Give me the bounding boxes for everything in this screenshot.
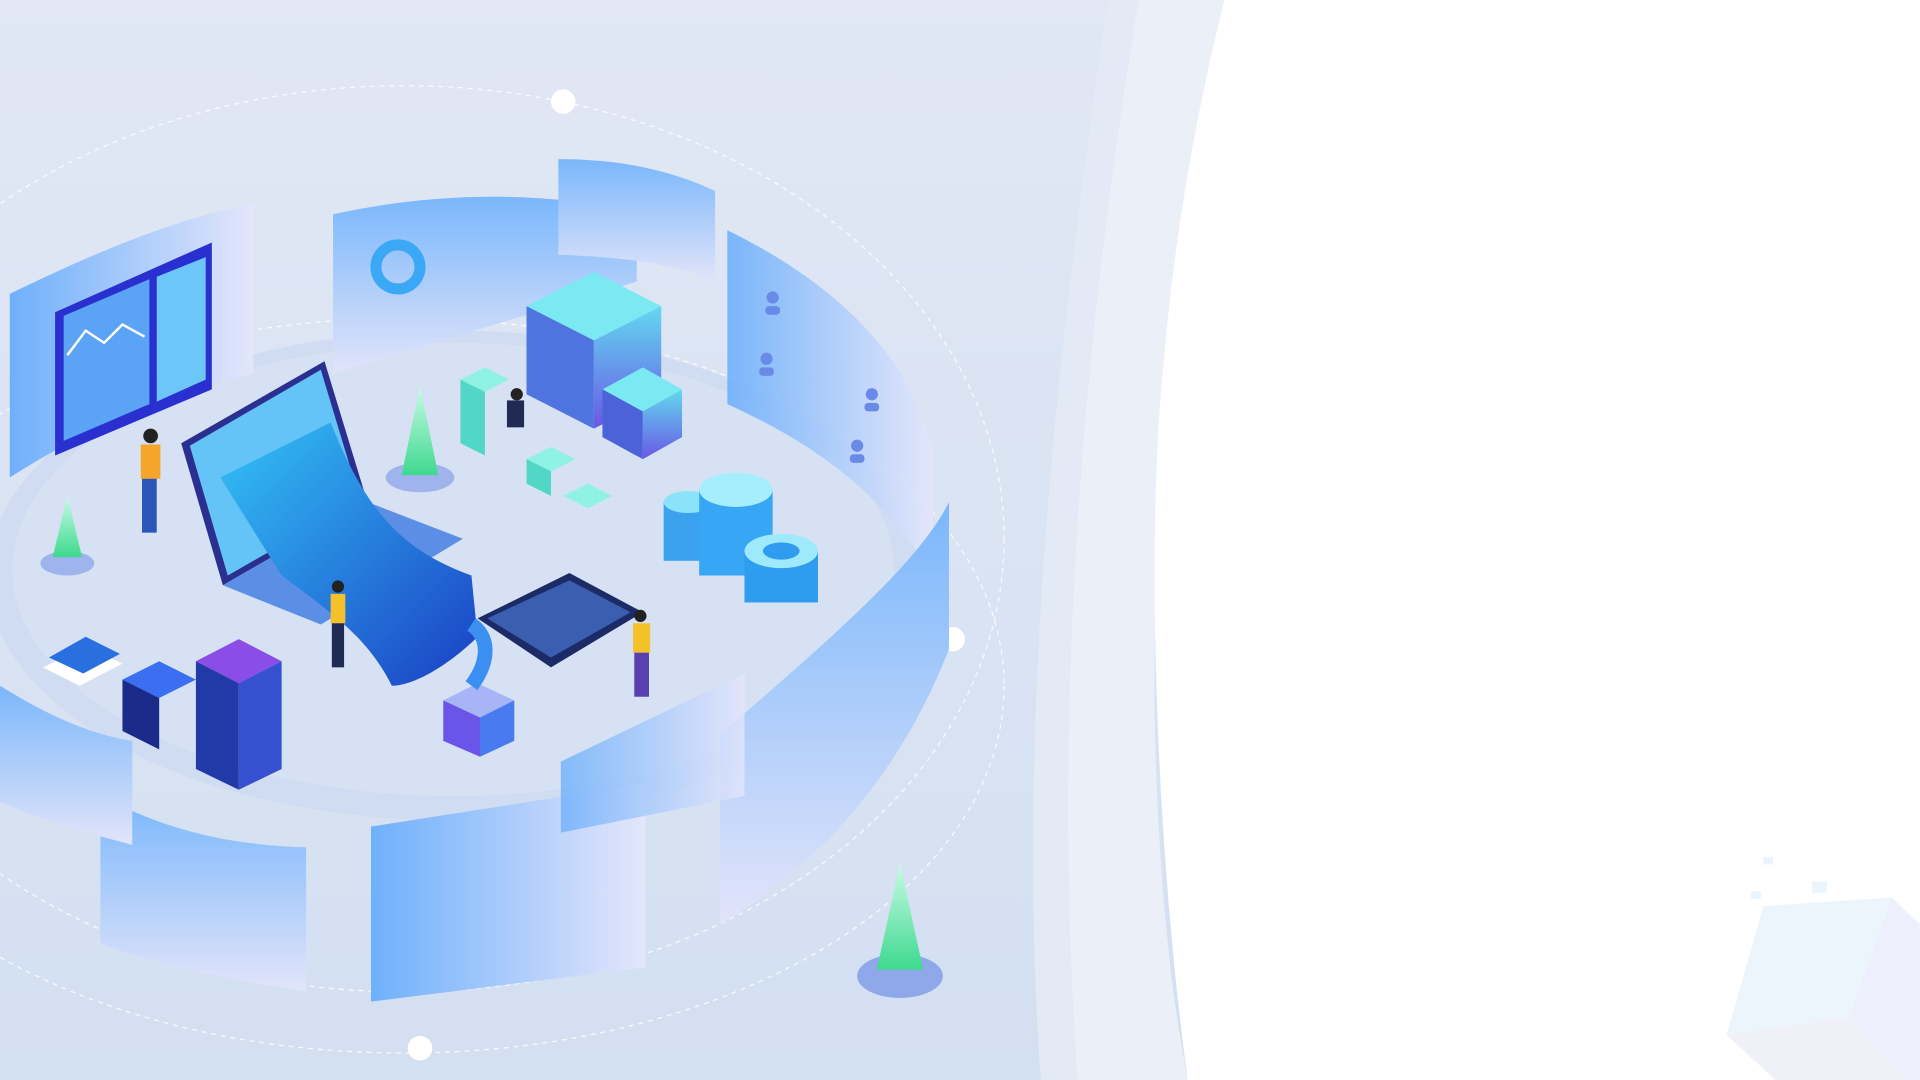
background-illustration [0,0,1920,1080]
orbit-node [407,1035,433,1061]
orbit-node [551,89,576,114]
